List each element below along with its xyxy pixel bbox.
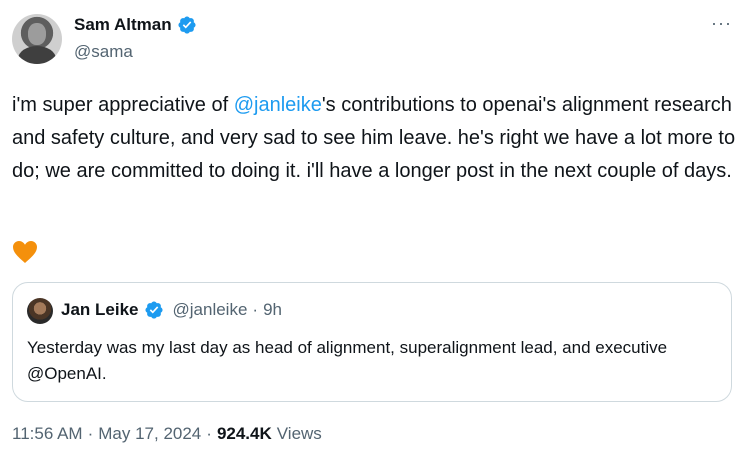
post-time[interactable]: 11:56 AM [12, 424, 83, 444]
post-date[interactable]: May 17, 2024 [98, 424, 201, 444]
quoted-author-avatar [27, 298, 53, 324]
views-label: Views [276, 424, 322, 443]
avatar-shoulders [18, 46, 56, 64]
author-handle[interactable]: @sama [74, 42, 133, 62]
quoted-tweet-header: Jan Leike @janleike · 9h [61, 300, 282, 320]
tweet-card: Sam Altman @sama ··· i'm super appreciat… [0, 0, 750, 461]
verified-badge-icon [144, 301, 163, 319]
views-count[interactable]: 924.4K [217, 424, 272, 444]
meta-separator: · [87, 424, 94, 443]
quoted-author-name: Jan Leike [61, 300, 139, 319]
quoted-tweet[interactable]: Jan Leike @janleike · 9h Yesterday was m… [12, 282, 732, 402]
orange-heart-icon [13, 241, 37, 263]
verified-badge-icon [178, 16, 196, 34]
author-display-name[interactable]: Sam Altman [74, 15, 172, 35]
mention-link[interactable]: @janleike [234, 94, 322, 116]
meta-separator: · [206, 424, 212, 443]
quoted-timestamp[interactable]: 9h [263, 300, 282, 320]
quoted-tweet-text: Yesterday was my last day as head of ali… [27, 338, 668, 383]
avatar-face [28, 23, 46, 45]
more-options-icon[interactable]: ··· [711, 14, 732, 32]
quoted-separator: · [252, 300, 259, 319]
author-name-row: Sam Altman [74, 15, 197, 35]
tweet-text-before: i'm super appreciative of [12, 94, 234, 116]
quoted-author-handle: @janleike [172, 300, 248, 319]
tweet-text: i'm super appreciative of @janleike's co… [12, 89, 736, 188]
tweet-meta: 11:56 AM · May 17, 2024 · 924.4K Views [12, 424, 322, 444]
author-avatar[interactable] [12, 14, 62, 64]
